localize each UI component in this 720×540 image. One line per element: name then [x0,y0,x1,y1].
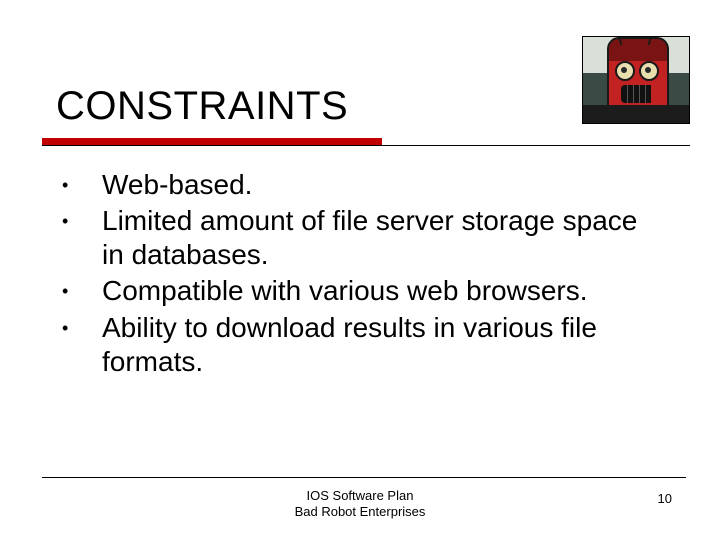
footer-rule [42,477,686,478]
list-item: • Compatible with various web browsers. [56,274,660,308]
bullet-text: Limited amount of file server storage sp… [102,204,660,272]
bullet-text: Web-based. [102,168,660,202]
bullet-text: Ability to download results in various f… [102,311,660,379]
slide-title: CONSTRAINTS [56,84,348,129]
list-item: • Limited amount of file server storage … [56,204,660,272]
bullet-list: • Web-based. • Limited amount of file se… [56,168,660,381]
footer-line-1: IOS Software Plan [0,488,720,504]
footer-line-2: Bad Robot Enterprises [0,504,720,520]
bullet-icon: • [56,168,102,202]
bullet-icon: • [56,204,102,272]
bad-robot-image [582,36,690,124]
page-number: 10 [658,491,672,506]
bullet-text: Compatible with various web browsers. [102,274,660,308]
list-item: • Web-based. [56,168,660,202]
footer: IOS Software Plan Bad Robot Enterprises [0,488,720,521]
slide: CONSTRAINTS • Web-based. • Limited amoun… [0,0,720,540]
bullet-icon: • [56,274,102,308]
list-item: • Ability to download results in various… [56,311,660,379]
bullet-icon: • [56,311,102,379]
